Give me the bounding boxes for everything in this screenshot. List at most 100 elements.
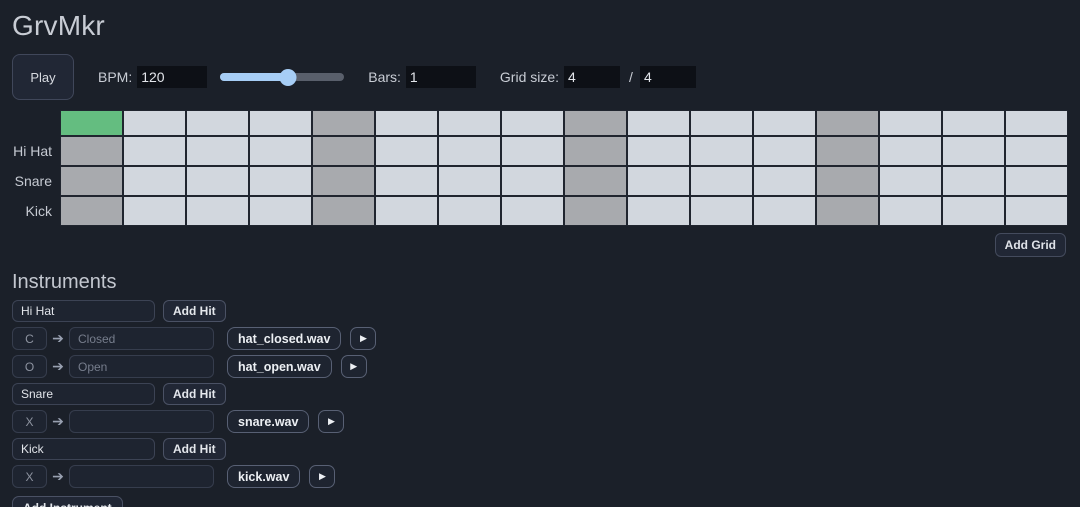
hit-name-input[interactable] xyxy=(69,465,214,488)
hit-file-button[interactable]: hat_closed.wav xyxy=(227,327,342,350)
grid-cell[interactable] xyxy=(627,196,690,226)
instrument-name-input[interactable] xyxy=(12,300,155,322)
playhead-cell-active xyxy=(60,110,123,136)
grid-cell[interactable] xyxy=(753,166,816,196)
hit-row: ➔ kick.wav ▶ xyxy=(12,465,1080,488)
grid-cell[interactable] xyxy=(942,136,1005,166)
grid-cell[interactable] xyxy=(249,136,312,166)
grid-cell[interactable] xyxy=(438,136,501,166)
grid-cell[interactable] xyxy=(942,196,1005,226)
grid-cell[interactable] xyxy=(312,196,375,226)
grid-cell[interactable] xyxy=(816,196,879,226)
grid-row-label: Kick xyxy=(25,203,52,219)
hit-key-input[interactable] xyxy=(12,410,47,433)
play-sample-button[interactable]: ▶ xyxy=(318,410,345,433)
grid-cell[interactable] xyxy=(879,136,942,166)
grid-size-numerator-input[interactable] xyxy=(564,66,621,88)
grid-cell[interactable] xyxy=(123,136,186,166)
grid-cell[interactable] xyxy=(501,196,564,226)
grid-row-label: Snare xyxy=(14,173,52,189)
grid-cell[interactable] xyxy=(438,166,501,196)
grid-cell[interactable] xyxy=(60,136,123,166)
hit-file-button[interactable]: snare.wav xyxy=(227,410,310,433)
instrument-name-input[interactable] xyxy=(12,383,155,405)
grid-cell[interactable] xyxy=(312,136,375,166)
instruments-heading: Instruments xyxy=(12,271,117,293)
grid-cell[interactable] xyxy=(879,166,942,196)
grid-cell[interactable] xyxy=(375,136,438,166)
grid-cell[interactable] xyxy=(186,196,249,226)
grid-size-denominator-input[interactable] xyxy=(639,66,696,88)
grid-cell[interactable] xyxy=(375,196,438,226)
grid-cell[interactable] xyxy=(879,196,942,226)
hit-key-input[interactable] xyxy=(12,465,47,488)
grid-cells xyxy=(60,166,1080,196)
hit-row: ➔ hat_closed.wav ▶ xyxy=(12,327,1080,350)
bpm-slider-fill xyxy=(220,73,289,81)
hit-key-input[interactable] xyxy=(12,327,47,350)
add-grid-button[interactable]: Add Grid xyxy=(994,233,1066,257)
grid-cell[interactable] xyxy=(186,136,249,166)
playhead-cell xyxy=(879,110,942,136)
grid-cell[interactable] xyxy=(690,166,753,196)
grid-cells xyxy=(60,110,1080,136)
hit-name-input[interactable] xyxy=(69,410,214,433)
grid-cell[interactable] xyxy=(249,196,312,226)
hit-name-input[interactable] xyxy=(69,327,214,350)
play-sample-button[interactable]: ▶ xyxy=(309,465,336,488)
add-instrument-button[interactable]: Add Instrument xyxy=(12,496,123,507)
play-button[interactable]: Play xyxy=(12,54,74,100)
add-hit-button[interactable]: Add Hit xyxy=(163,438,226,460)
grid-row-hi-hat: Hi Hat xyxy=(0,136,1080,166)
playhead-cell xyxy=(501,110,564,136)
hit-key-input[interactable] xyxy=(12,355,47,378)
grid-cell[interactable] xyxy=(627,136,690,166)
grid-cell[interactable] xyxy=(312,166,375,196)
grid-cell[interactable] xyxy=(564,136,627,166)
hit-file-button[interactable]: hat_open.wav xyxy=(227,355,332,378)
grid-cell[interactable] xyxy=(816,136,879,166)
grid-row-kick: Kick xyxy=(0,196,1080,226)
hit-row: ➔ snare.wav ▶ xyxy=(12,410,1080,433)
playhead-cell xyxy=(816,110,879,136)
grid-cell[interactable] xyxy=(564,196,627,226)
arrow-right-icon: ➔ xyxy=(52,468,64,484)
grid-cell[interactable] xyxy=(186,166,249,196)
grid-cell[interactable] xyxy=(942,166,1005,196)
grid-cell[interactable] xyxy=(753,136,816,166)
bpm-slider[interactable] xyxy=(220,66,345,88)
grid-cells xyxy=(60,136,1080,166)
hit-name-input[interactable] xyxy=(69,355,214,378)
grid-cell[interactable] xyxy=(816,166,879,196)
sequencer-grid: Hi Hat Snare Kick xyxy=(0,110,1080,226)
grid-cell[interactable] xyxy=(501,136,564,166)
grid-row-label: Hi Hat xyxy=(13,143,52,159)
bpm-slider-thumb[interactable] xyxy=(279,68,297,86)
add-hit-button[interactable]: Add Hit xyxy=(163,300,226,322)
bpm-input[interactable] xyxy=(137,66,208,88)
playhead-cell xyxy=(123,110,186,136)
grid-cell[interactable] xyxy=(627,166,690,196)
grid-cell[interactable] xyxy=(1005,136,1068,166)
playhead-cell xyxy=(186,110,249,136)
add-hit-button[interactable]: Add Hit xyxy=(163,383,226,405)
play-sample-button[interactable]: ▶ xyxy=(340,355,367,378)
grid-cell[interactable] xyxy=(249,166,312,196)
grid-cell[interactable] xyxy=(690,136,753,166)
grid-cell[interactable] xyxy=(123,196,186,226)
bars-input[interactable] xyxy=(405,66,476,88)
grid-cell[interactable] xyxy=(123,166,186,196)
grid-cell[interactable] xyxy=(564,166,627,196)
grid-cell[interactable] xyxy=(690,196,753,226)
grid-cell[interactable] xyxy=(60,166,123,196)
instrument-name-input[interactable] xyxy=(12,438,155,460)
hit-file-button[interactable]: kick.wav xyxy=(227,465,301,488)
grid-cell[interactable] xyxy=(501,166,564,196)
play-sample-button[interactable]: ▶ xyxy=(350,327,377,350)
grid-cell[interactable] xyxy=(1005,166,1068,196)
grid-cell[interactable] xyxy=(438,196,501,226)
grid-cell[interactable] xyxy=(1005,196,1068,226)
grid-cell[interactable] xyxy=(753,196,816,226)
grid-cell[interactable] xyxy=(60,196,123,226)
grid-cell[interactable] xyxy=(375,166,438,196)
